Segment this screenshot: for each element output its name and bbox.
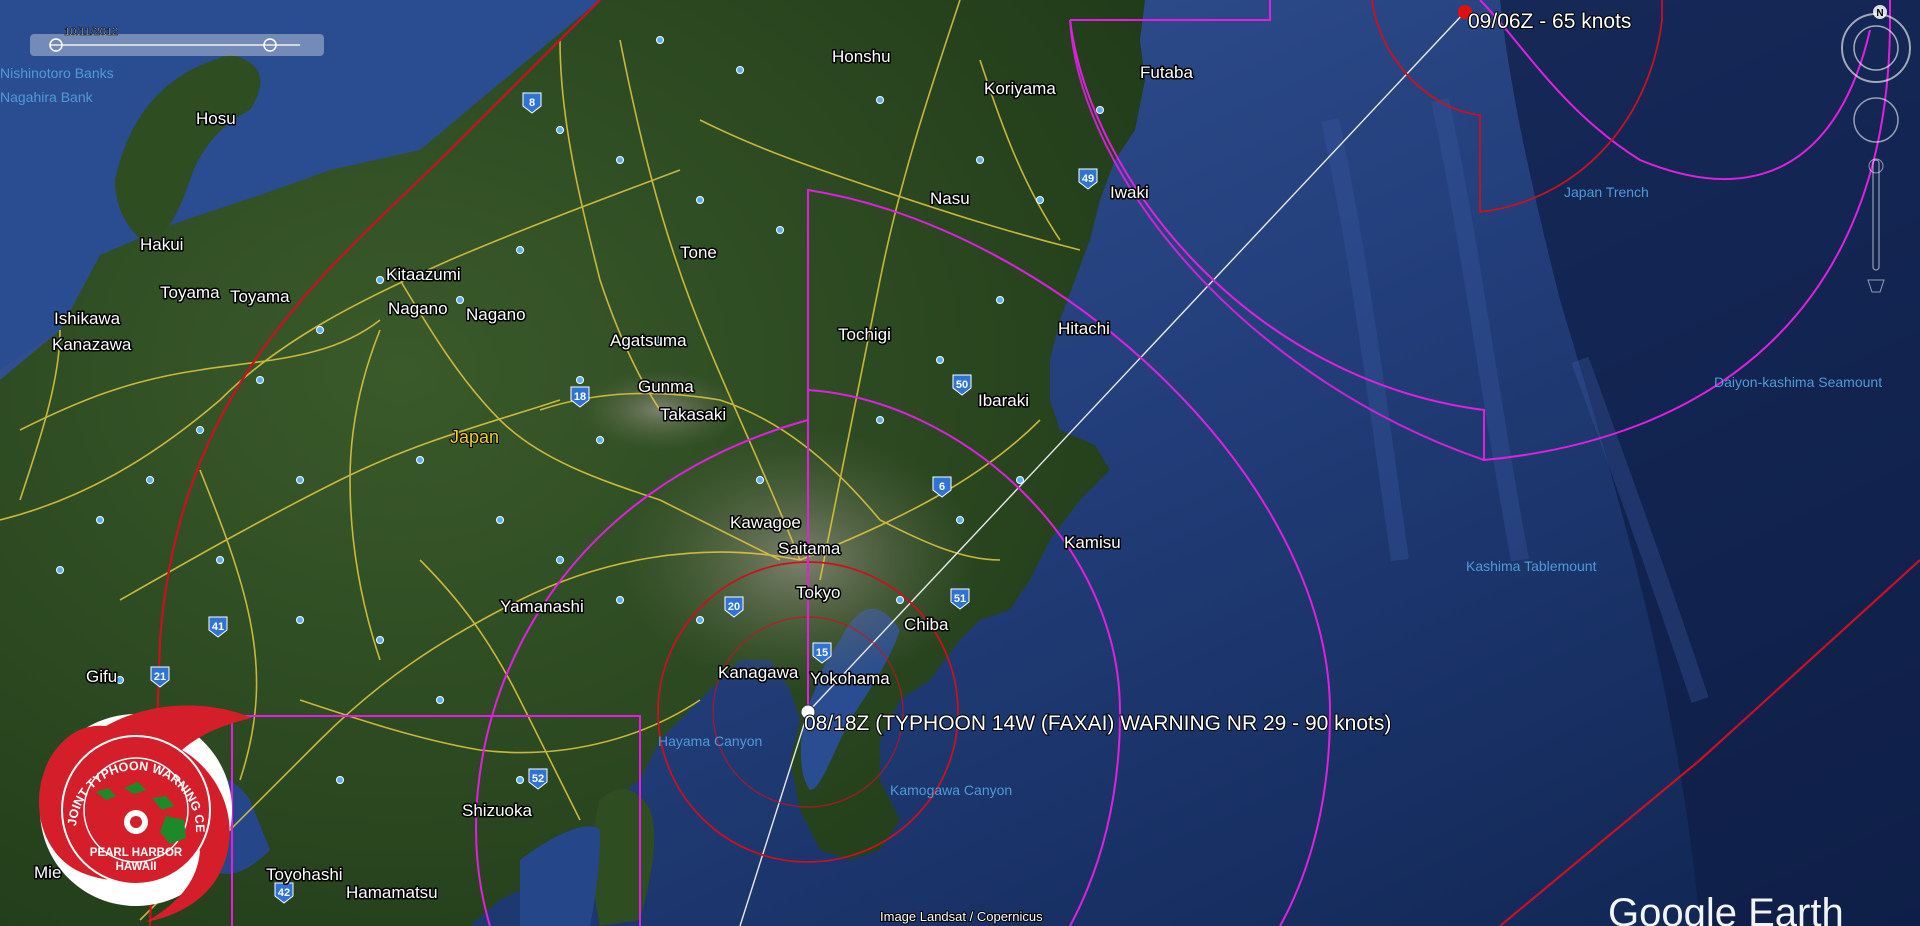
- place-label: Tone: [680, 243, 717, 262]
- svg-text:50: 50: [956, 379, 968, 391]
- sea-label: Hayama Canyon: [658, 733, 762, 749]
- imagery-credit: Image Landsat / Copernicus: [880, 909, 1043, 924]
- sea-label: Nishinotoro Banks: [0, 65, 114, 81]
- place-label: Hamamatsu: [346, 883, 438, 902]
- svg-text:18: 18: [574, 391, 586, 403]
- place-label: Nagano: [388, 299, 448, 318]
- place-label: Kawagoe: [730, 513, 801, 532]
- logo-line1: PEARL HARBOR: [90, 847, 183, 859]
- place-label: Toyohashi: [266, 865, 343, 884]
- place-label: Tokyo: [796, 583, 840, 602]
- sea-label: Daiyon-kashima Seamount: [1714, 374, 1882, 390]
- place-label: Kamisu: [1064, 533, 1121, 552]
- place-label: Japan: [450, 427, 499, 447]
- place-label: Iwaki: [1110, 183, 1149, 202]
- place-label: Gifu: [86, 667, 117, 686]
- forecast-warning-label: 09/06Z - 65 knots: [1468, 10, 1631, 33]
- place-label: Kanazawa: [52, 335, 132, 354]
- svg-text:8: 8: [529, 97, 535, 109]
- place-label: Hakui: [140, 235, 183, 254]
- google-earth-watermark: Google Earth: [1608, 891, 1844, 926]
- place-label: Honshu: [832, 47, 891, 66]
- place-label: Nagano: [466, 305, 526, 324]
- time-slider-date: 10/11/2012: [64, 26, 118, 38]
- place-label: Agatsuma: [610, 331, 687, 350]
- sea-label: Kamogawa Canyon: [890, 782, 1012, 798]
- place-label: Hitachi: [1058, 319, 1110, 338]
- place-label: Kitaazumi: [386, 265, 461, 284]
- svg-text:6: 6: [939, 481, 945, 493]
- sea-label: Japan Trench: [1564, 184, 1649, 200]
- place-label: Koriyama: [984, 79, 1056, 98]
- place-label: Nasu: [930, 189, 970, 208]
- place-label: Yamanashi: [500, 597, 584, 616]
- place-label: Takasaki: [660, 405, 726, 424]
- svg-text:41: 41: [212, 621, 224, 633]
- place-label: Gunma: [638, 377, 694, 396]
- place-label: Tochigi: [838, 325, 891, 344]
- place-label: Hosu: [196, 109, 236, 128]
- place-label: Chiba: [904, 615, 949, 634]
- place-label: Kanagawa: [718, 663, 799, 682]
- compass-letter: N: [1876, 8, 1883, 19]
- place-label: Ishikawa: [54, 309, 121, 328]
- map-canvas[interactable]: 8 49 18 50 6 51 20 15 41 21 52 42 Honshu…: [0, 0, 1920, 926]
- sea-label: Kashima Tablemount: [1466, 558, 1597, 574]
- place-label: Toyama: [230, 287, 290, 306]
- place-label: Shizuoka: [462, 801, 532, 820]
- place-label: Mie: [34, 863, 61, 882]
- sea-label: Nagahira Bank: [0, 89, 94, 105]
- svg-text:20: 20: [728, 601, 740, 613]
- place-label: Yokohama: [810, 669, 890, 688]
- place-label: Ibaraki: [978, 391, 1029, 410]
- logo-line2: HAWAII: [116, 861, 157, 873]
- svg-text:15: 15: [816, 647, 828, 659]
- place-label: Toyama: [160, 283, 220, 302]
- svg-text:42: 42: [278, 887, 290, 899]
- place-label: Futaba: [1140, 63, 1193, 82]
- svg-text:52: 52: [532, 773, 544, 785]
- place-label: Saitama: [778, 539, 841, 558]
- svg-text:49: 49: [1082, 173, 1094, 185]
- current-warning-label: 08/18Z (TYPHOON 14W (FAXAI) WARNING NR 2…: [804, 712, 1391, 735]
- svg-text:21: 21: [154, 671, 166, 683]
- svg-text:51: 51: [954, 593, 966, 605]
